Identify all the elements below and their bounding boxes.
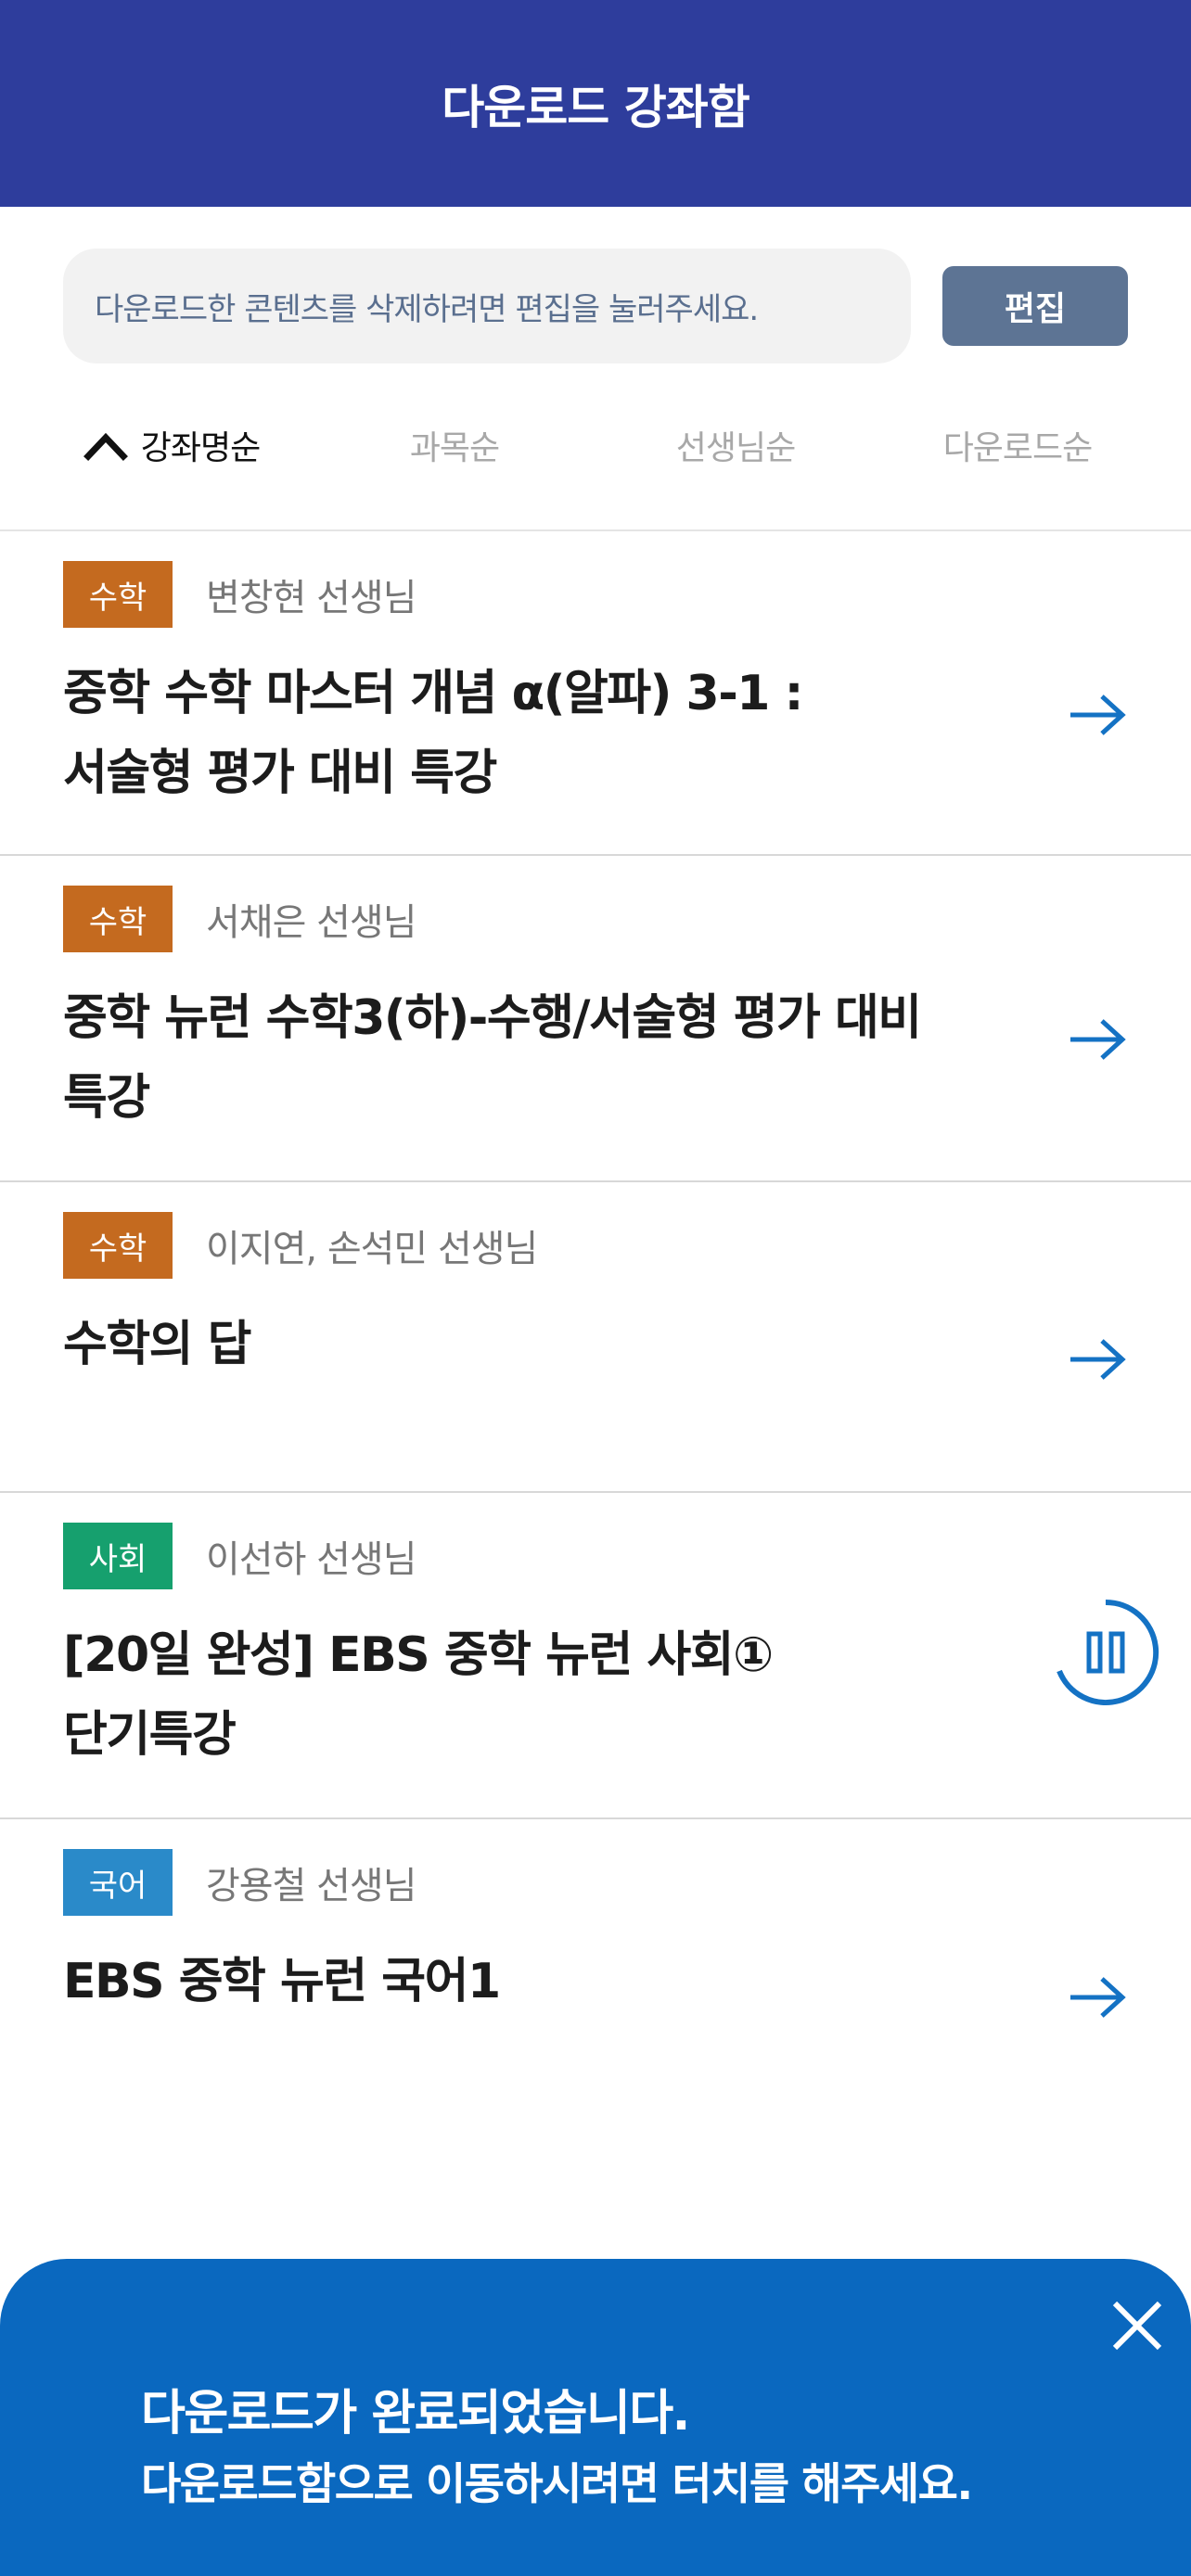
course-title: 중학 뉴런 수학3(하)-수행/서술형 평가 대비 특강 [63, 978, 1009, 1138]
course-title-line: 단기특강 [63, 1707, 237, 1763]
teacher-name: 서채은 선생님 [206, 901, 417, 944]
course-title-line: 수학의 답 [63, 1317, 251, 1372]
sort-tab-label: 과목순 [409, 429, 500, 467]
subject-badge: 수학 [63, 1212, 173, 1279]
course-title-line: 특강 [63, 1070, 150, 1126]
close-icon[interactable] [1108, 2296, 1167, 2355]
teacher-name: 이지연, 손석민 선생님 [206, 1228, 538, 1270]
app-header: 다운로드 강좌함 [0, 0, 1191, 207]
toast-message: 다운로드가 완료되었습니다. [141, 2386, 690, 2442]
course-item[interactable]: 수학 이지연, 손석민 선생님 수학의 답 [0, 1182, 1191, 1493]
arrow-right-icon[interactable] [1065, 1971, 1130, 2023]
course-title-line: 중학 수학 마스터 개념 α(알파) 3-1 : [63, 666, 803, 721]
info-box: 다운로드한 콘텐츠를 삭제하려면 편집을 눌러주세요. [63, 249, 911, 363]
chevron-up-icon [83, 432, 128, 461]
sort-tab-download[interactable]: 다운로드순 [906, 399, 1129, 491]
teacher-name: 강용철 선생님 [206, 1865, 417, 1907]
course-title: EBS 중학 뉴런 국어1 [63, 1942, 1009, 2021]
sort-tab-teacher[interactable]: 선생님순 [624, 399, 847, 491]
sort-tab-label: 강좌명순 [140, 429, 261, 467]
subject-badge: 사회 [63, 1523, 173, 1589]
course-title: 중학 수학 마스터 개념 α(알파) 3-1 : 서술형 평가 대비 특강 [63, 654, 1009, 813]
toast-subtext: 다운로드함으로 이동하시려면 터치를 해주세요. [141, 2459, 973, 2510]
course-title-line: 서술형 평가 대비 특강 [63, 746, 497, 801]
teacher-name: 변창현 선생님 [206, 577, 417, 619]
subject-badge: 수학 [63, 886, 173, 952]
course-item[interactable]: 수학 변창현 선생님 중학 수학 마스터 개념 α(알파) 3-1 : 서술형 … [0, 531, 1191, 856]
download-courses-screen: 다운로드 강좌함 다운로드한 콘텐츠를 삭제하려면 편집을 눌러주세요. 편집 … [0, 0, 1191, 2576]
course-item[interactable]: 사회 이선하 선생님 [20일 완성] EBS 중학 뉴런 사회① 단기특강 [0, 1493, 1191, 1819]
info-message: 다운로드한 콘텐츠를 삭제하려면 편집을 눌러주세요. [95, 290, 759, 328]
course-item[interactable]: 수학 서채은 선생님 중학 뉴런 수학3(하)-수행/서술형 평가 대비 특강 [0, 856, 1191, 1182]
sort-tabs: 강좌명순 과목순 선생님순 다운로드순 [0, 399, 1191, 491]
sort-tab-label: 선생님순 [675, 429, 796, 467]
arrow-right-icon[interactable] [1065, 689, 1130, 741]
edit-button[interactable]: 편집 [942, 266, 1128, 346]
subject-badge: 수학 [63, 561, 173, 628]
subject-badge: 국어 [63, 1849, 173, 1916]
course-title-line: EBS 중학 뉴런 국어1 [63, 1954, 501, 2009]
course-title: [20일 완성] EBS 중학 뉴런 사회① 단기특강 [63, 1615, 1009, 1775]
download-pause-icon[interactable] [1048, 1595, 1163, 1710]
course-item[interactable]: 국어 강용철 선생님 EBS 중학 뉴런 국어1 [0, 1819, 1191, 2116]
arrow-right-icon[interactable] [1065, 1333, 1130, 1385]
download-complete-toast[interactable]: 다운로드가 완료되었습니다. 다운로드함으로 이동하시려면 터치를 해주세요. [0, 2259, 1191, 2576]
course-title: 수학의 답 [63, 1305, 1009, 1384]
arrow-right-icon[interactable] [1065, 1014, 1130, 1065]
sort-tab-course-name[interactable]: 강좌명순 [56, 399, 288, 491]
teacher-name: 이선하 선생님 [206, 1538, 417, 1581]
sort-tab-subject[interactable]: 과목순 [343, 399, 566, 491]
course-title-line: [20일 완성] EBS 중학 뉴런 사회① [63, 1627, 774, 1683]
page-title: 다운로드 강좌함 [442, 80, 749, 134]
sort-tab-label: 다운로드순 [942, 429, 1094, 467]
course-title-line: 중학 뉴런 수학3(하)-수행/서술형 평가 대비 [63, 990, 922, 1046]
